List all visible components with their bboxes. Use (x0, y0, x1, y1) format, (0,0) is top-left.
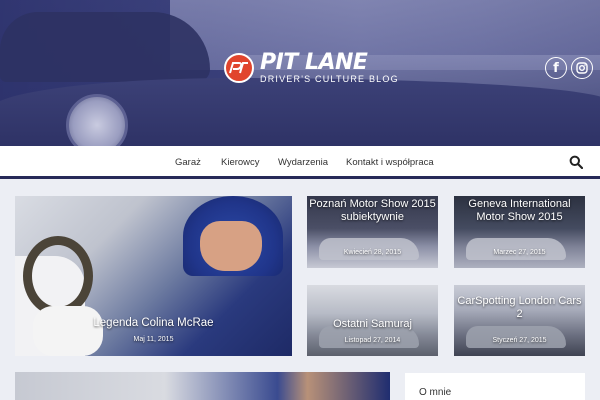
logo-subtitle: DRIVER'S CULTURE BLOG (260, 74, 399, 84)
post-date: Kwiecień 28, 2015 (343, 249, 402, 256)
latest-post-image[interactable] (15, 372, 390, 400)
post-card-colin-mcrae[interactable]: Legenda Colina McRae Maj 11, 2015 (15, 196, 292, 356)
instagram-icon[interactable] (571, 57, 593, 79)
main-navigation: Garaż Kierowcy Wydarzenia Kontakt i wspó… (0, 146, 600, 179)
post-card-poznan-motor-show[interactable]: Poznań Motor Show 2015 subiektywnie Kwie… (307, 196, 438, 268)
site-logo[interactable]: PIT LANE DRIVER'S CULTURE BLOG (224, 52, 399, 84)
sidebar-widget-about: O mnie (405, 373, 585, 400)
post-date: Styczeń 27, 2015 (492, 337, 547, 344)
post-image-driver-face (200, 221, 262, 271)
post-date: Maj 11, 2015 (133, 336, 174, 343)
post-image-steering-wheel (23, 236, 93, 316)
post-date: Marzec 27, 2015 (493, 249, 546, 256)
nav-item-kierowcy[interactable]: Kierowcy (221, 157, 260, 168)
post-title[interactable]: Poznań Motor Show 2015 subiektywnie (307, 198, 438, 223)
post-card-ostatni-samuraj[interactable]: Ostatni Samuraj Listopad 27, 2014 (307, 285, 438, 356)
post-image-glove (33, 306, 103, 356)
widget-title: O mnie (419, 387, 452, 398)
nav-item-garaz[interactable]: Garaż (175, 157, 201, 168)
post-title[interactable]: Ostatni Samuraj (307, 318, 438, 331)
nav-item-kontakt[interactable]: Kontakt i współpraca (346, 157, 434, 168)
post-card-geneva-motor-show[interactable]: Geneva International Motor Show 2015 Mar… (454, 196, 585, 268)
post-title[interactable]: CarSpotting London Cars 2 (454, 295, 585, 320)
post-card-carspotting-london[interactable]: CarSpotting London Cars 2 Styczeń 27, 20… (454, 285, 585, 356)
post-date: Listopad 27, 2014 (344, 337, 401, 344)
header-banner: PIT LANE DRIVER'S CULTURE BLOG f (0, 0, 600, 146)
logo-title: PIT LANE (260, 50, 368, 75)
banner-background-car (0, 12, 210, 82)
nav-item-wydarzenia[interactable]: Wydarzenia (278, 157, 328, 168)
search-icon[interactable] (569, 155, 583, 169)
pit-lane-logo-icon (224, 53, 254, 83)
facebook-icon[interactable]: f (545, 57, 567, 79)
post-title[interactable]: Geneva International Motor Show 2015 (454, 198, 585, 223)
post-title[interactable]: Legenda Colina McRae (15, 317, 292, 330)
